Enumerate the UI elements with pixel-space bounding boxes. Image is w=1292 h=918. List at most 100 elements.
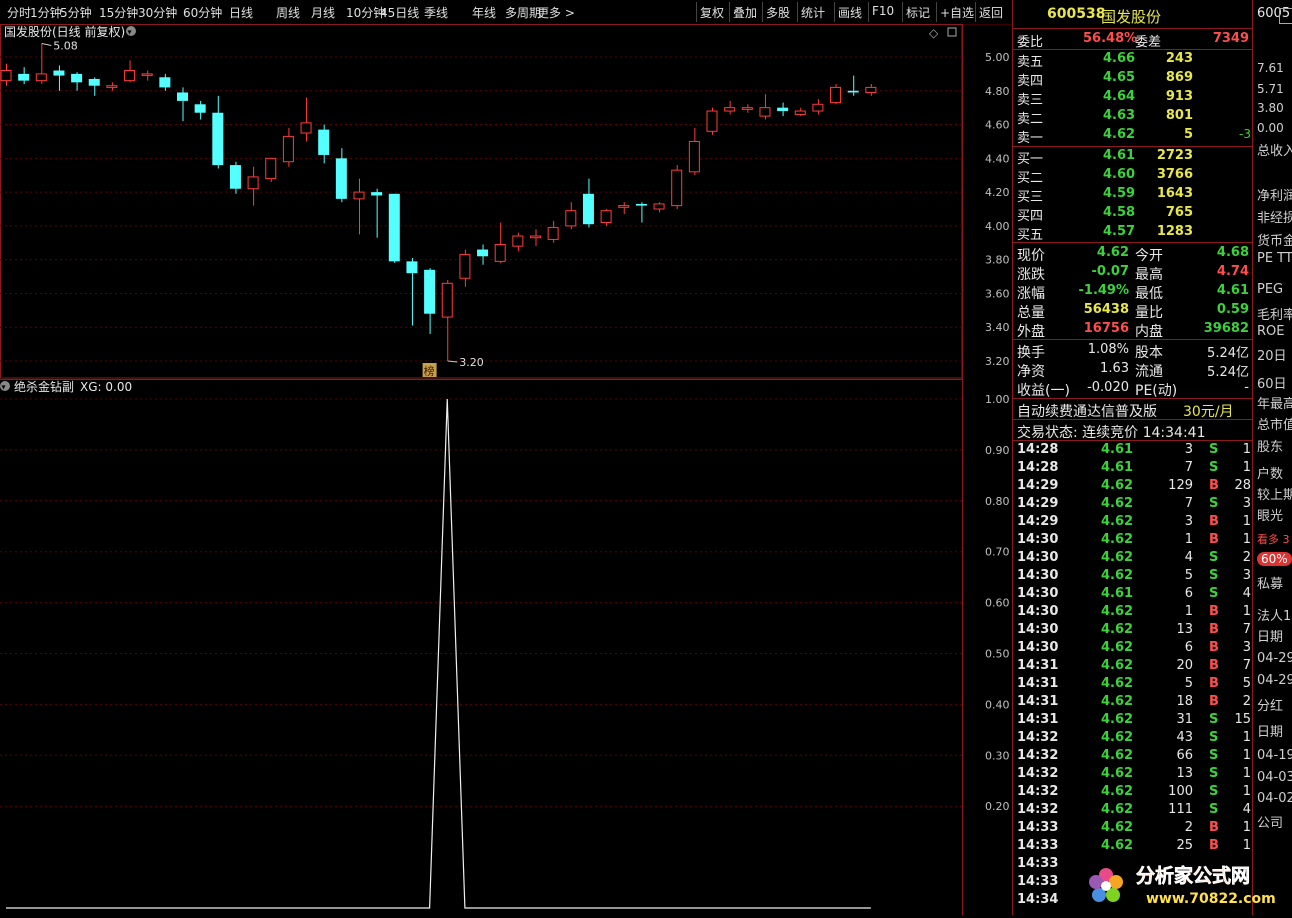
candle-24[interactable]	[424, 268, 436, 334]
candle-5[interactable]	[88, 77, 100, 96]
tick-row: 14:29 4.62 7 S 3	[1013, 495, 1253, 513]
candle-32[interactable]	[565, 202, 577, 230]
candle-0[interactable]	[0, 63, 12, 86]
candle-44[interactable]	[777, 102, 789, 117]
toolbar-item-11[interactable]: 季线	[424, 4, 448, 21]
candle-45[interactable]	[794, 107, 806, 117]
toolbar-item-0[interactable]: 分时	[7, 4, 31, 21]
kline-chart[interactable]: 5.00 4.80 4.60 4.40 4.20 4.00 3.80 3.60 3.40 3.20…	[0, 24, 1012, 915]
stock-name: 国发股份	[1101, 8, 1162, 26]
toolbar-button-0[interactable]: 复权	[700, 4, 724, 21]
toolbar-item-5[interactable]: 60分钟	[183, 4, 222, 21]
toolbar-button-8[interactable]: 返回	[979, 4, 1003, 21]
candle-34[interactable]	[600, 209, 612, 226]
side-item-12: ROE	[1257, 324, 1285, 339]
candle-47[interactable]	[830, 84, 842, 105]
toolbar-item-7[interactable]: 周线	[276, 4, 300, 21]
tick-price: 4.62	[1101, 694, 1134, 709]
bid-row-5: 买五 4.57 1283	[1013, 223, 1253, 243]
toolbar-button-4[interactable]: 画线	[838, 4, 862, 21]
tick-volume: 43	[1176, 730, 1193, 745]
toolbar-item-12[interactable]: 年线	[472, 4, 496, 21]
toolbar-item-6[interactable]: 日线	[229, 4, 253, 21]
toolbar-item-4[interactable]: 30分钟	[138, 4, 177, 21]
tick-row: 14:28 4.61 3 S 1	[1013, 441, 1253, 459]
candle-30[interactable]	[530, 229, 541, 247]
candle-13[interactable]	[229, 161, 241, 194]
candle-4[interactable]	[71, 72, 83, 91]
candle-38[interactable]	[671, 165, 683, 209]
candle-8[interactable]	[141, 70, 153, 81]
candle-27[interactable]	[477, 244, 489, 265]
candle-28[interactable]	[494, 222, 506, 264]
candle-15[interactable]	[265, 157, 277, 182]
toolbar-item-2[interactable]: 5分钟	[60, 4, 92, 21]
toolbar-button-3[interactable]: 统计	[801, 4, 825, 21]
candle-41[interactable]	[724, 100, 736, 115]
candle-25[interactable]	[441, 279, 453, 361]
panel-divider	[1013, 398, 1253, 399]
candle-16[interactable]	[282, 127, 294, 167]
quote-label: 内盘	[1135, 324, 1163, 340]
candle-22[interactable]	[388, 193, 400, 264]
candle-36[interactable]	[635, 202, 647, 223]
candle-31[interactable]	[547, 220, 559, 243]
candle-29[interactable]	[512, 232, 524, 252]
tick-volume: 31	[1176, 712, 1193, 727]
toolbar-button-5[interactable]: F10	[872, 4, 894, 18]
tick-volume: 13	[1176, 622, 1193, 637]
tick-row: 14:30 4.62 6 B 3	[1013, 639, 1253, 657]
candle-18[interactable]	[318, 124, 330, 164]
tick-price: 4.62	[1101, 748, 1134, 763]
candle-46[interactable]	[812, 99, 824, 115]
candle-1[interactable]	[18, 67, 30, 85]
quote-label: 外盘	[1017, 324, 1045, 340]
fin-label: 流通	[1135, 364, 1163, 380]
settings-icon[interactable]	[1279, 8, 1292, 24]
candle-21[interactable]	[371, 188, 383, 238]
candle-33[interactable]	[582, 178, 594, 228]
promo-row[interactable]: 自动续费通达信普及版 30元/月	[1013, 400, 1253, 420]
toolbar-item-1[interactable]: 1分钟	[30, 4, 62, 21]
candle-12[interactable]	[212, 95, 224, 169]
candle-14[interactable]	[247, 166, 259, 206]
toolbar-button-7[interactable]: +自选	[940, 4, 974, 21]
tick-row: 14:29 4.62 129 B 28	[1013, 477, 1253, 495]
candle-39[interactable]	[688, 127, 700, 176]
candle-19[interactable]	[335, 148, 347, 203]
quote-row-4: 外盘 16756 内盘 39682	[1013, 320, 1253, 340]
toolbar-item-10[interactable]: 45日线	[380, 4, 419, 21]
candle-40[interactable]	[706, 107, 718, 135]
candle-43[interactable]	[759, 94, 771, 120]
toolbar-item-14[interactable]: 更多 >	[537, 4, 575, 21]
toolbar-button-1[interactable]: 叠加	[733, 4, 757, 21]
tick-row: 14:30 4.61 6 S 4	[1013, 585, 1253, 603]
candle-35[interactable]	[618, 202, 630, 215]
toolbar-item-13[interactable]: 多周期	[505, 4, 541, 21]
tick-row: 14:32 4.62 100 S 1	[1013, 783, 1253, 801]
tick-time: 14:30	[1017, 622, 1059, 637]
sub-y-tick-2: 0.80	[985, 495, 1010, 508]
toolbar-button-2[interactable]: 多股	[766, 4, 790, 21]
candle-37[interactable]	[653, 202, 665, 213]
tick-row: 14:32 4.62 111 S 4	[1013, 801, 1253, 819]
candle-6[interactable]	[106, 82, 118, 91]
candle-11[interactable]	[194, 100, 206, 120]
tick-price: 4.62	[1101, 550, 1134, 565]
candle-26[interactable]	[459, 249, 471, 287]
candle-9[interactable]	[159, 73, 171, 91]
candle-17[interactable]	[300, 97, 312, 142]
candle-23[interactable]	[406, 257, 418, 326]
candle-3[interactable]	[53, 65, 65, 91]
candle-7[interactable]	[124, 60, 136, 83]
toolbar-button-6[interactable]: 标记	[906, 4, 930, 21]
candle-2[interactable]	[35, 43, 47, 85]
candle-48[interactable]	[847, 75, 859, 96]
toolbar-item-3[interactable]: 15分钟	[99, 4, 138, 21]
candle-42[interactable]	[741, 104, 753, 113]
candle-49[interactable]	[865, 84, 877, 96]
candle-10[interactable]	[177, 87, 188, 122]
toolbar-item-8[interactable]: 月线	[311, 4, 335, 21]
fin-label: 换手	[1017, 345, 1045, 361]
panel-divider	[1013, 339, 1253, 340]
